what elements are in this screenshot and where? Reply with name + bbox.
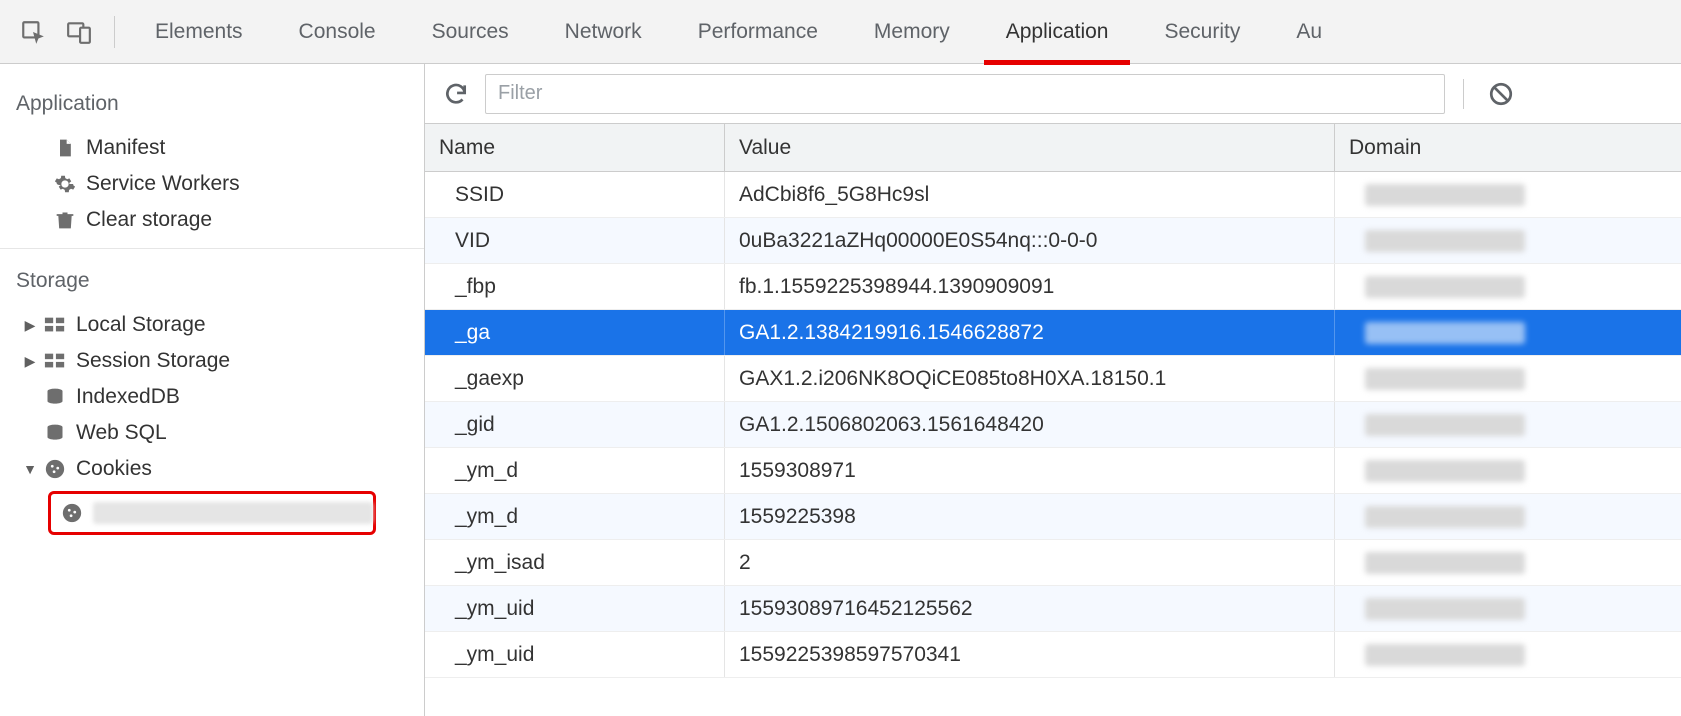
cell-domain (1335, 264, 1681, 309)
cell-name: _ym_isad (425, 540, 725, 585)
table-row[interactable]: _gaexpGAX1.2.i206NK8OQiCE085to8H0XA.1815… (425, 356, 1681, 402)
table-row[interactable]: _ym_uid15593089716452125562 (425, 586, 1681, 632)
cell-value: 2 (725, 540, 1335, 585)
section-application: Application (0, 78, 424, 130)
storage-icon (40, 352, 70, 370)
table-row[interactable]: _ym_d1559225398 (425, 494, 1681, 540)
cell-name: _ga (425, 310, 725, 355)
cell-domain (1335, 540, 1681, 585)
cell-name: _ym_d (425, 494, 725, 539)
sidebar-item-web-sql[interactable]: Web SQL (0, 415, 424, 451)
cell-name: SSID (425, 172, 725, 217)
sidebar-item-session-storage[interactable]: ▶ Session Storage (0, 343, 424, 379)
cell-value: 1559308971 (725, 448, 1335, 493)
sidebar-divider (0, 248, 424, 249)
table-row[interactable]: _gidGA1.2.1506802063.1561648420 (425, 402, 1681, 448)
cell-domain (1335, 448, 1681, 493)
sidebar-item-cookies[interactable]: ▼ Cookies (0, 451, 424, 487)
filter-input[interactable] (485, 74, 1445, 114)
column-header-value[interactable]: Value (725, 124, 1335, 171)
cell-domain (1335, 218, 1681, 263)
cell-domain (1335, 172, 1681, 217)
sidebar-item-label: Web SQL (76, 421, 167, 445)
column-header-name[interactable]: Name (425, 124, 725, 171)
sidebar-item-label: Cookies (76, 457, 152, 481)
sidebar-item-label: Clear storage (86, 208, 212, 232)
cookie-icon (40, 458, 70, 480)
tab-application[interactable]: Application (978, 0, 1137, 63)
cookie-domain-label-blurred (93, 502, 373, 524)
cell-value: GA1.2.1384219916.1546628872 (725, 310, 1335, 355)
expand-chevron-icon: ▶ (20, 353, 40, 370)
table-row[interactable]: _gaGA1.2.1384219916.1546628872 (425, 310, 1681, 356)
cell-name: _fbp (425, 264, 725, 309)
table-row[interactable]: SSIDAdCbi8f6_5G8Hc9sl (425, 172, 1681, 218)
sidebar-item-local-storage[interactable]: ▶ Local Storage (0, 307, 424, 343)
tab-network[interactable]: Network (537, 0, 670, 63)
cell-name: VID (425, 218, 725, 263)
cell-name: _ym_uid (425, 586, 725, 631)
cell-domain (1335, 632, 1681, 677)
tab-sources[interactable]: Sources (404, 0, 537, 63)
toolbar-divider (1463, 79, 1464, 109)
sidebar-item-label: Manifest (86, 136, 165, 160)
cell-value: 1559225398597570341 (725, 632, 1335, 677)
column-header-domain[interactable]: Domain (1335, 124, 1681, 171)
table-row[interactable]: _ym_uid1559225398597570341 (425, 632, 1681, 678)
cell-domain (1335, 310, 1681, 355)
tab-memory[interactable]: Memory (846, 0, 978, 63)
expand-chevron-icon: ▼ (20, 461, 40, 477)
cell-domain (1335, 402, 1681, 447)
cell-domain (1335, 356, 1681, 401)
expand-chevron-icon: ▶ (20, 317, 40, 334)
tab-console[interactable]: Console (271, 0, 404, 63)
cell-name: _ym_uid (425, 632, 725, 677)
cell-value: 1559225398 (725, 494, 1335, 539)
cell-name: _gaexp (425, 356, 725, 401)
cell-domain (1335, 586, 1681, 631)
tab-performance[interactable]: Performance (670, 0, 846, 63)
cell-name: _gid (425, 402, 725, 447)
sidebar-item-label: Session Storage (76, 349, 230, 373)
file-icon (50, 136, 80, 160)
table-row[interactable]: _ym_d1559308971 (425, 448, 1681, 494)
sidebar-item-manifest[interactable]: Manifest (0, 130, 424, 166)
section-storage: Storage (0, 255, 424, 307)
refresh-icon[interactable] (437, 75, 475, 113)
tab-security[interactable]: Security (1136, 0, 1268, 63)
cell-value: GA1.2.1506802063.1561648420 (725, 402, 1335, 447)
sidebar-item-service-workers[interactable]: Service Workers (0, 166, 424, 202)
sidebar-item-clear-storage[interactable]: Clear storage (0, 202, 424, 238)
tab-au[interactable]: Au (1268, 0, 1350, 63)
cell-value: 0uBa3221aZHq00000E0S54nq:::0-0-0 (725, 218, 1335, 263)
inspect-icon[interactable] (10, 9, 56, 55)
cookie-domain-selected[interactable] (48, 491, 376, 535)
trash-icon (50, 208, 80, 232)
db-icon (40, 386, 70, 408)
cell-name: _ym_d (425, 448, 725, 493)
table-row[interactable]: VID0uBa3221aZHq00000E0S54nq:::0-0-0 (425, 218, 1681, 264)
table-row[interactable]: _fbpfb.1.1559225398944.1390909091 (425, 264, 1681, 310)
cell-value: fb.1.1559225398944.1390909091 (725, 264, 1335, 309)
tab-elements[interactable]: Elements (127, 0, 271, 63)
cell-value: GAX1.2.i206NK8OQiCE085to8H0XA.18150.1 (725, 356, 1335, 401)
cell-value: AdCbi8f6_5G8Hc9sl (725, 172, 1335, 217)
device-toggle-icon[interactable] (56, 9, 102, 55)
db-icon (40, 422, 70, 444)
cell-domain (1335, 494, 1681, 539)
table-row[interactable]: _ym_isad2 (425, 540, 1681, 586)
sidebar-item-label: IndexedDB (76, 385, 180, 409)
sidebar-item-label: Service Workers (86, 172, 240, 196)
gear-icon (50, 173, 80, 195)
clear-icon[interactable] (1482, 75, 1520, 113)
sidebar-item-label: Local Storage (76, 313, 206, 337)
tabbar-divider (114, 16, 115, 48)
cell-value: 15593089716452125562 (725, 586, 1335, 631)
cookie-icon (61, 502, 83, 524)
storage-icon (40, 316, 70, 334)
sidebar-item-indexeddb[interactable]: IndexedDB (0, 379, 424, 415)
